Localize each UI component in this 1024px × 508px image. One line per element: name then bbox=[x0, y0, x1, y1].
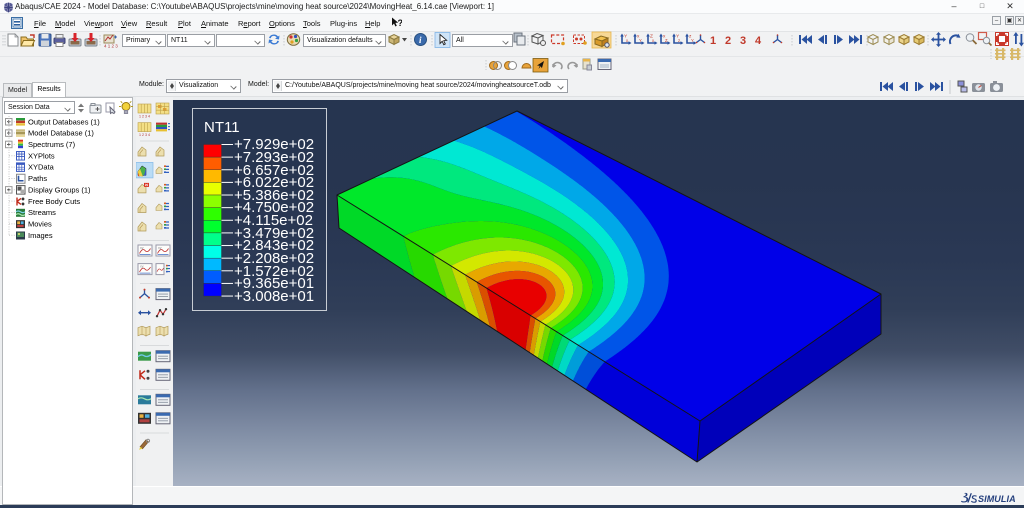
svg-text:2: 2 bbox=[725, 35, 731, 47]
svg-text:z: z bbox=[678, 38, 680, 43]
svg-text:3: 3 bbox=[740, 35, 746, 47]
svg-text:Y: Y bbox=[639, 38, 642, 43]
svg-text:Free Body Cuts: Free Body Cuts bbox=[28, 197, 80, 206]
svg-text:Streams: Streams bbox=[28, 208, 56, 217]
svg-text:XYData: XYData bbox=[28, 163, 55, 172]
svg-text:1 2 3 4: 1 2 3 4 bbox=[139, 133, 150, 137]
svg-text:Z: Z bbox=[665, 38, 668, 43]
svg-text:4 1 2 3: 4 1 2 3 bbox=[104, 44, 118, 49]
svg-text:xy: xy bbox=[140, 265, 144, 269]
svg-text:Output Databases (1): Output Databases (1) bbox=[28, 117, 100, 126]
svg-text:Model Database (1): Model Database (1) bbox=[28, 129, 94, 138]
svg-text:Paths: Paths bbox=[28, 174, 47, 183]
svg-text:Y: Y bbox=[691, 38, 694, 43]
svg-text:SIMULIA: SIMULIA bbox=[978, 494, 1016, 504]
svg-text:Movies: Movies bbox=[28, 219, 52, 228]
svg-text:xy: xy bbox=[158, 246, 162, 250]
svg-text:xy: xy bbox=[140, 246, 144, 250]
svg-text:Images: Images bbox=[28, 231, 53, 240]
svg-text:1 2 3 4: 1 2 3 4 bbox=[139, 115, 150, 119]
svg-text:Spectrums (7): Spectrums (7) bbox=[28, 140, 76, 149]
svg-text:XYPlots: XYPlots bbox=[28, 151, 55, 160]
svg-text:1: 1 bbox=[710, 35, 716, 47]
svg-text:4: 4 bbox=[755, 35, 762, 47]
svg-text:Display Groups (1): Display Groups (1) bbox=[28, 185, 91, 194]
